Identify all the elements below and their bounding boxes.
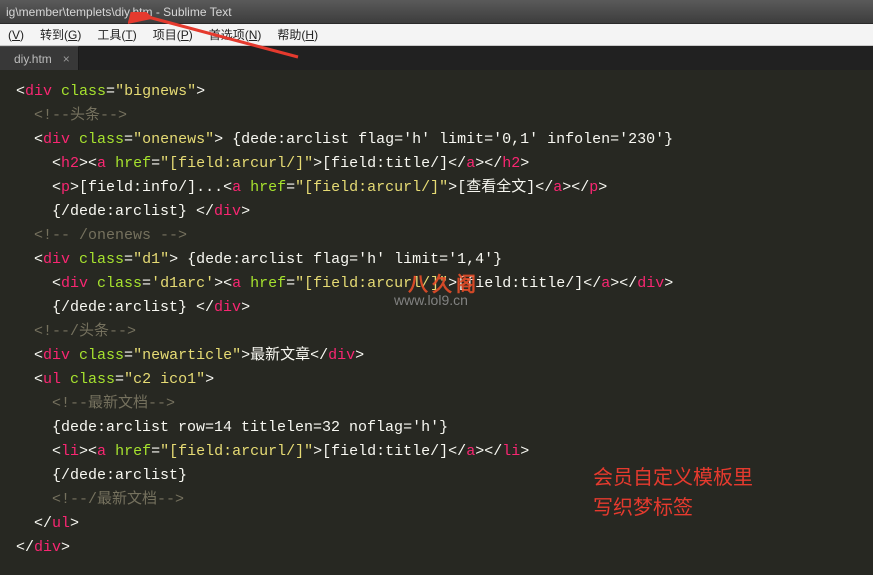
tab-label: diy.htm [14, 52, 52, 66]
menu-view[interactable]: (V) [0, 24, 32, 46]
code-line[interactable]: <div class="onenews"> {dede:arclist flag… [16, 128, 873, 152]
menu-tools[interactable]: 工具(T) [89, 24, 144, 46]
code-line[interactable]: {/dede:arclist} </div> [16, 296, 873, 320]
menu-project[interactable]: 项目(P) [145, 24, 201, 46]
code-line[interactable]: <!--头条--> [16, 104, 873, 128]
code-line[interactable]: <!--/头条--> [16, 320, 873, 344]
code-line[interactable]: <div class="newarticle">最新文章</div> [16, 344, 873, 368]
window-titlebar: ig\member\templets\diy.htm - Sublime Tex… [0, 0, 873, 24]
menu-preferences[interactable]: 首选项(N) [201, 24, 270, 46]
code-line[interactable]: <div class="bignews"> [16, 80, 873, 104]
code-line[interactable]: <div class='d1arc'><a href="[field:arcur… [16, 272, 873, 296]
tab-diy-htm[interactable]: diy.htm × [0, 46, 79, 70]
code-line[interactable]: {dede:arclist row=14 titlelen=32 noflag=… [16, 416, 873, 440]
menubar: (V) 转到(G) 工具(T) 项目(P) 首选项(N) 帮助(H) [0, 24, 873, 46]
code-line[interactable]: <div class="d1"> {dede:arclist flag='h' … [16, 248, 873, 272]
code-line[interactable]: {/dede:arclist} </div> [16, 200, 873, 224]
code-line[interactable]: <!-- /onenews --> [16, 224, 873, 248]
menu-help[interactable]: 帮助(H) [269, 24, 326, 46]
code-line[interactable]: <p>[field:info/]...<a href="[field:arcur… [16, 176, 873, 200]
close-icon[interactable]: × [63, 53, 70, 65]
window-title: ig\member\templets\diy.htm - Sublime Tex… [6, 5, 232, 19]
code-line[interactable]: <!--最新文档--> [16, 392, 873, 416]
code-line[interactable]: <li><a href="[field:arcurl/]">[field:tit… [16, 440, 873, 464]
code-line[interactable]: </ul> [16, 512, 873, 536]
code-line[interactable]: <h2><a href="[field:arcurl/]">[field:tit… [16, 152, 873, 176]
code-line[interactable]: </div> [16, 536, 873, 560]
tabbar: diy.htm × [0, 46, 873, 70]
code-line[interactable]: <ul class="c2 ico1"> [16, 368, 873, 392]
code-editor[interactable]: <div class="bignews"> <!--头条--> <div cla… [0, 70, 873, 575]
menu-goto[interactable]: 转到(G) [32, 24, 89, 46]
code-line[interactable]: {/dede:arclist} [16, 464, 873, 488]
code-line[interactable]: <!--/最新文档--> [16, 488, 873, 512]
